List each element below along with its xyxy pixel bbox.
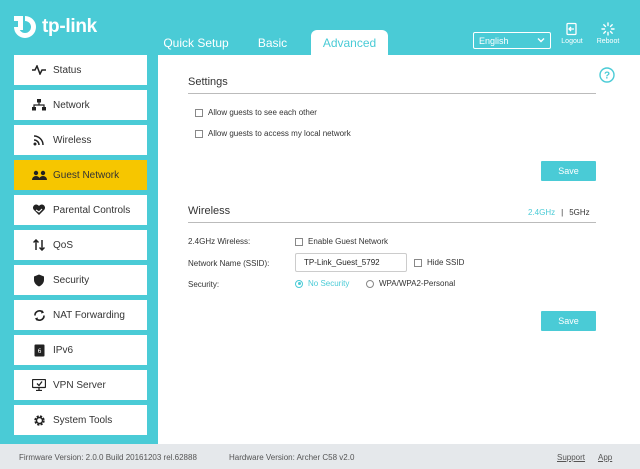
allow-guests-see-label: Allow guests to see each other [208, 108, 317, 117]
reboot-label: Reboot [596, 38, 620, 45]
support-link[interactable]: Support [557, 453, 585, 462]
shield-icon [29, 273, 49, 287]
sidebar-item-label: NAT Forwarding [53, 309, 125, 321]
settings-save-button[interactable]: Save [541, 161, 596, 181]
sidebar-item-ipv6[interactable]: 6 IPv6 [14, 335, 147, 365]
sidebar-item-label: QoS [53, 239, 74, 251]
sidebar-item-parental-controls[interactable]: Parental Controls [14, 195, 147, 225]
tab-basic[interactable]: Basic [250, 30, 295, 55]
band-5ghz-link[interactable]: 5GHz [569, 208, 589, 217]
sidebar-item-vpn-server[interactable]: VPN Server [14, 370, 147, 400]
ssid-label: Network Name (SSID): [188, 259, 270, 268]
sidebar-item-label: Guest Network [53, 169, 120, 181]
status-icon [29, 63, 49, 77]
ssid-input[interactable]: TP-Link_Guest_5792 [295, 253, 407, 272]
sidebar: Status Network Wireless Guest Network Pa… [14, 55, 147, 440]
sidebar-item-security[interactable]: Security [14, 265, 147, 295]
ipv6-icon: 6 [29, 343, 49, 357]
enable-guest-label: Enable Guest Network [308, 237, 389, 246]
help-icon[interactable]: ? [599, 67, 615, 83]
hide-ssid-checkbox[interactable] [414, 258, 422, 267]
nat-forwarding-icon [29, 308, 49, 322]
sidebar-item-qos[interactable]: QoS [14, 230, 147, 260]
language-value: English [479, 35, 509, 46]
sidebar-item-wireless[interactable]: Wireless [14, 125, 147, 155]
sidebar-item-guest-network[interactable]: Guest Network [14, 160, 147, 190]
svg-text:?: ? [604, 71, 610, 82]
sidebar-item-label: Wireless [53, 134, 92, 146]
allow-guests-local-row[interactable]: Allow guests to access my local network [195, 129, 351, 138]
no-security-label: No Security [308, 279, 350, 288]
vpn-icon [29, 378, 49, 392]
band-24ghz-link[interactable]: 2.4GHz [528, 208, 555, 217]
tab-advanced[interactable]: Advanced [311, 30, 388, 55]
sidebar-item-label: Security [53, 274, 90, 286]
security-label: Security: [188, 280, 220, 289]
allow-guests-see-row[interactable]: Allow guests to see each other [195, 108, 317, 117]
sidebar-item-label: Network [53, 99, 90, 111]
wpa-radio[interactable] [366, 279, 374, 288]
wpa-label: WPA/WPA2-Personal [379, 279, 456, 288]
parental-controls-icon [29, 203, 49, 217]
header: tp-link Quick Setup Basic Advanced Engli… [0, 0, 640, 55]
firmware-version: Firmware Version: 2.0.0 Build 20161203 r… [19, 453, 197, 462]
tp-link-logo[interactable]: tp-link [12, 14, 97, 40]
enable-guest-checkbox[interactable] [295, 237, 303, 246]
sidebar-item-label: IPv6 [53, 344, 74, 356]
no-security-row[interactable]: No Security [295, 279, 349, 288]
enable-guest-row[interactable]: Enable Guest Network [295, 237, 388, 246]
wireless-save-button[interactable]: Save [541, 311, 596, 331]
sidebar-item-status[interactable]: Status [14, 55, 147, 85]
sidebar-item-label: System Tools [53, 414, 113, 426]
language-select[interactable]: English [473, 32, 551, 49]
tab-quick-setup[interactable]: Quick Setup [160, 30, 232, 55]
main-panel: ? Settings Allow guests to see each othe… [158, 55, 640, 444]
app-link[interactable]: App [598, 453, 612, 462]
wireless-title: Wireless [188, 205, 231, 217]
sidebar-item-system-tools[interactable]: System Tools [14, 405, 147, 435]
band-switch: 2.4GHz | 5GHz [528, 208, 590, 217]
sidebar-item-network[interactable]: Network [14, 90, 147, 120]
sidebar-item-label: Status [53, 64, 82, 76]
hardware-version: Hardware Version: Archer C58 v2.0 [229, 453, 355, 462]
band-separator: | [561, 208, 564, 217]
wpa-row[interactable]: WPA/WPA2-Personal [366, 279, 455, 288]
sidebar-item-label: Parental Controls [53, 204, 131, 216]
logo-text: tp-link [42, 16, 97, 37]
gear-icon [29, 413, 49, 427]
reboot-button[interactable]: Reboot [590, 22, 626, 52]
guest-network-icon [29, 168, 49, 182]
chevron-down-icon [537, 38, 545, 43]
sidebar-item-label: VPN Server [53, 379, 106, 391]
logout-icon [566, 22, 577, 36]
settings-title: Settings [188, 76, 228, 88]
allow-guests-local-label: Allow guests to access my local network [208, 129, 351, 138]
hide-ssid-row[interactable]: Hide SSID [414, 258, 464, 267]
svg-text:6: 6 [37, 348, 41, 355]
logout-button[interactable]: Logout [554, 22, 590, 52]
wireless-divider [188, 222, 596, 223]
sidebar-item-nat-forwarding[interactable]: NAT Forwarding [14, 300, 147, 330]
settings-divider [188, 93, 596, 94]
logout-label: Logout [561, 38, 583, 45]
wireless-24-label: 2.4GHz Wireless: [188, 237, 251, 246]
allow-guests-see-checkbox[interactable] [195, 108, 203, 117]
no-security-radio[interactable] [295, 279, 303, 288]
network-icon [29, 98, 49, 112]
reboot-icon [601, 22, 615, 36]
hide-ssid-label: Hide SSID [427, 258, 465, 267]
qos-icon [29, 238, 49, 252]
wireless-icon [29, 133, 49, 147]
footer: Firmware Version: 2.0.0 Build 20161203 r… [0, 444, 640, 469]
tp-link-logo-icon [14, 16, 36, 38]
allow-guests-local-checkbox[interactable] [195, 129, 203, 138]
